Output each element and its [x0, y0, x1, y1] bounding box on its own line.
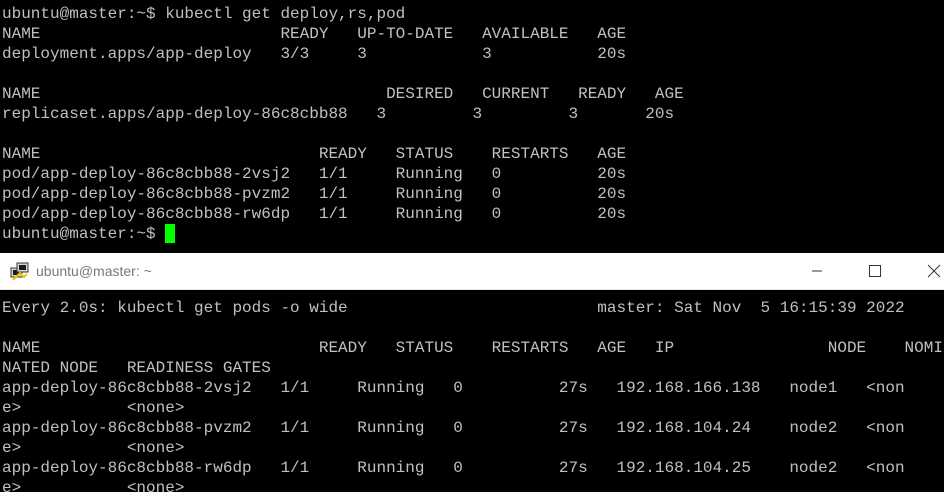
terminal-line: deployment.apps/app-deploy 3/3 3 3 20s	[2, 45, 627, 63]
terminal-line: pod/app-deploy-86c8cbb88-2vsj2 1/1 Runni…	[2, 165, 627, 183]
bottom-terminal[interactable]: Every 2.0s: kubectl get pods -o wide mas…	[0, 290, 944, 492]
terminal-line: NATED NODE READINESS GATES	[2, 359, 271, 377]
minimize-icon	[812, 270, 822, 272]
maximize-button[interactable]	[852, 253, 898, 289]
terminal-line: NAME READY UP-TO-DATE AVAILABLE AGE	[2, 25, 627, 43]
minimize-button[interactable]	[794, 253, 840, 289]
terminal-line: pod/app-deploy-86c8cbb88-rw6dp 1/1 Runni…	[2, 205, 627, 223]
shell-prompt: ubuntu@master:~$	[2, 225, 166, 243]
putty-icon	[10, 262, 30, 282]
maximize-icon	[869, 265, 881, 277]
terminal-line: app-deploy-86c8cbb88-rw6dp 1/1 Running 0…	[2, 459, 905, 477]
terminal-line: NAME DESIRED CURRENT READY AGE	[2, 85, 684, 103]
terminal-line: NAME READY STATUS RESTARTS AGE IP NODE N…	[2, 339, 943, 357]
terminal-line: NAME READY STATUS RESTARTS AGE	[2, 145, 627, 163]
terminal-line: e> <none>	[2, 399, 185, 417]
prompt-line: ubuntu@master:~$	[2, 224, 176, 244]
window-title: ubuntu@master: ~	[36, 263, 152, 279]
top-terminal[interactable]: ubuntu@master:~$ kubectl get deploy,rs,p…	[0, 0, 944, 253]
cursor[interactable]	[165, 224, 176, 243]
watch-header: Every 2.0s: kubectl get pods -o wide mas…	[2, 299, 905, 317]
close-icon	[927, 264, 941, 278]
terminal-line: e> <none>	[2, 479, 185, 492]
terminal-line: app-deploy-86c8cbb88-pvzm2 1/1 Running 0…	[2, 419, 905, 437]
terminal-line: ubuntu@master:~$ kubectl get deploy,rs,p…	[2, 5, 406, 23]
close-button[interactable]	[905, 253, 944, 289]
terminal-line: pod/app-deploy-86c8cbb88-pvzm2 1/1 Runni…	[2, 185, 627, 203]
terminal-line: replicaset.apps/app-deploy-86c8cbb88 3 3…	[2, 105, 675, 123]
terminal-line: app-deploy-86c8cbb88-2vsj2 1/1 Running 0…	[2, 379, 905, 397]
terminal-line: e> <none>	[2, 439, 185, 457]
window-title-bar[interactable]: ubuntu@master: ~	[0, 253, 944, 290]
